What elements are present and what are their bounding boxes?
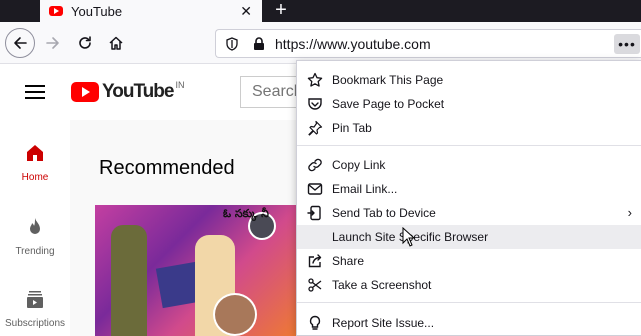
mouse-cursor-icon	[402, 227, 416, 247]
back-button[interactable]	[5, 28, 35, 58]
menu-item-copy-link[interactable]: Copy Link	[297, 153, 641, 177]
arrow-right-icon	[46, 37, 59, 49]
thumbnail-person	[111, 225, 147, 336]
youtube-wordmark: YouTube	[102, 81, 174, 102]
menu-separator	[297, 145, 641, 146]
menu-item-label: Pin Tab	[332, 121, 372, 135]
share-icon	[308, 254, 322, 268]
home-icon	[109, 36, 123, 50]
thumbnail-caption: ఓ సక్కు నీ	[223, 207, 269, 220]
url-text[interactable]: https://www.youtube.com	[275, 36, 431, 52]
shelf-title: Recommended	[99, 157, 235, 179]
link-icon	[308, 158, 322, 172]
new-tab-button[interactable]: +	[270, 0, 292, 22]
fire-icon	[30, 218, 40, 234]
youtube-logo[interactable]: YouTube IN	[71, 80, 185, 103]
menu-item-email-link[interactable]: Email Link...	[297, 177, 641, 201]
home-button[interactable]	[101, 28, 131, 58]
ellipsis-icon: •••	[618, 36, 636, 52]
guide-item-home[interactable]: Home	[0, 142, 70, 183]
youtube-favicon-icon	[49, 6, 63, 16]
menu-item-label: Copy Link	[332, 158, 386, 172]
navigation-toolbar: https://www.youtube.com •••	[0, 22, 641, 64]
subscriptions-icon	[27, 291, 43, 308]
menu-separator	[297, 302, 641, 303]
video-thumbnail[interactable]: ఓ సక్కు నీ	[95, 205, 305, 336]
tracking-protection-shield-icon[interactable]	[225, 36, 239, 51]
menu-item-screenshot[interactable]: Take a Screenshot	[297, 273, 641, 297]
tab-strip: YouTube ✕ +	[0, 0, 641, 22]
tab-close-icon[interactable]: ✕	[240, 3, 252, 20]
bulb-icon	[309, 315, 321, 330]
pocket-icon	[308, 98, 322, 110]
guide-label: Trending	[15, 246, 55, 257]
menu-item-label: Bookmark This Page	[332, 73, 444, 87]
reload-button[interactable]	[70, 28, 100, 58]
menu-item-send-tab[interactable]: Send Tab to Device ›	[297, 201, 641, 225]
guide-item-trending[interactable]: Trending	[0, 216, 70, 257]
arrow-left-icon	[14, 37, 27, 49]
reload-icon	[79, 36, 91, 49]
menu-item-launch-ssb[interactable]: Launch Site Specific Browser	[297, 225, 641, 249]
menu-item-label: Take a Screenshot	[332, 278, 432, 292]
send-to-device-icon	[307, 205, 321, 221]
star-icon	[307, 72, 323, 87]
home-icon	[27, 145, 43, 161]
tab-title: YouTube	[71, 3, 123, 19]
hamburger-menu-icon[interactable]	[25, 85, 45, 99]
tab-youtube[interactable]: YouTube ✕	[40, 0, 262, 22]
screenshot-icon	[308, 278, 322, 292]
guide-label: Subscriptions	[4, 318, 66, 329]
menu-item-label: Send Tab to Device	[332, 206, 436, 220]
menu-item-label: Report Site Issue...	[332, 316, 435, 330]
page-actions-button[interactable]: •••	[614, 34, 640, 54]
youtube-play-icon	[71, 82, 99, 102]
chevron-right-icon: ›	[627, 205, 632, 220]
menu-item-bookmark[interactable]: Bookmark This Page	[297, 68, 641, 92]
page-actions-menu: Bookmark This Page Save Page to Pocket P…	[296, 60, 641, 336]
menu-item-label: Save Page to Pocket	[332, 97, 445, 111]
menu-item-pocket[interactable]: Save Page to Pocket	[297, 92, 641, 116]
menu-item-label: Email Link...	[332, 182, 398, 196]
pin-icon	[308, 120, 323, 136]
forward-button[interactable]	[38, 28, 68, 58]
thumbnail-inset-avatar	[213, 293, 257, 336]
email-icon	[307, 183, 323, 195]
menu-item-label: Share	[332, 254, 365, 268]
menu-item-report-issue[interactable]: Report Site Issue...	[297, 311, 641, 335]
menu-item-pin-tab[interactable]: Pin Tab	[297, 116, 641, 140]
url-bar[interactable]: https://www.youtube.com	[215, 29, 641, 58]
lock-icon[interactable]	[253, 36, 265, 51]
menu-item-share[interactable]: Share	[297, 249, 641, 273]
guide-item-subscriptions[interactable]: Subscriptions	[0, 288, 70, 329]
browser-window: YouTube ✕ + https://www.youtube.com •••	[0, 0, 641, 336]
guide-label: Home	[21, 172, 49, 183]
region-code: IN	[175, 80, 185, 90]
guide-sidebar: Home Trending Subscriptions	[0, 120, 70, 336]
